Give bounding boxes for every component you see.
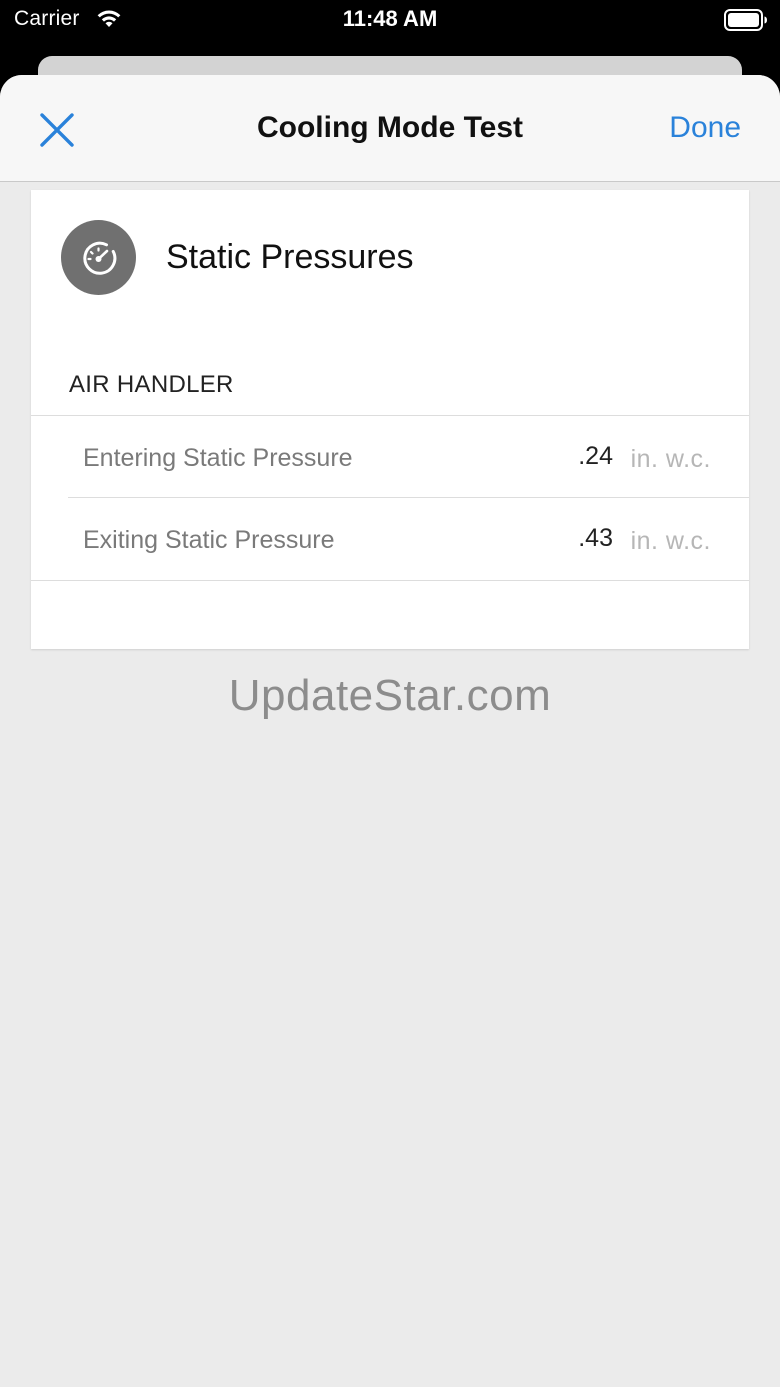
entering-static-pressure-row[interactable]: Entering Static Pressure .24 in. w.c. — [31, 415, 749, 498]
watermark-text: UpdateStar.com — [228, 671, 552, 720]
status-bar: Carrier 11:48 AM — [0, 0, 780, 44]
modal-sheet: Cooling Mode Test Done Static Pressures … — [0, 75, 780, 1387]
row-unit: in. w.c. — [630, 527, 711, 555]
exiting-static-pressure-value[interactable]: .43 — [578, 524, 613, 553]
gauge-icon — [61, 220, 136, 295]
entering-static-pressure-value[interactable]: .24 — [578, 442, 613, 471]
battery-icon — [724, 9, 767, 31]
page-title: Cooling Mode Test — [256, 111, 524, 144]
row-label: Entering Static Pressure — [83, 444, 353, 472]
done-button[interactable]: Done — [669, 111, 741, 145]
row-unit: in. w.c. — [630, 445, 711, 473]
section-header: AIR HANDLER — [69, 371, 234, 398]
exiting-static-pressure-row[interactable]: Exiting Static Pressure .43 in. w.c. — [31, 498, 749, 580]
row-divider — [31, 580, 749, 581]
navigation-bar: Cooling Mode Test Done — [0, 75, 780, 182]
card-title: Static Pressures — [166, 238, 414, 276]
status-time: 11:48 AM — [342, 6, 438, 31]
static-pressures-card: Static Pressures AIR HANDLER Entering St… — [31, 190, 749, 649]
row-label: Exiting Static Pressure — [83, 526, 335, 554]
